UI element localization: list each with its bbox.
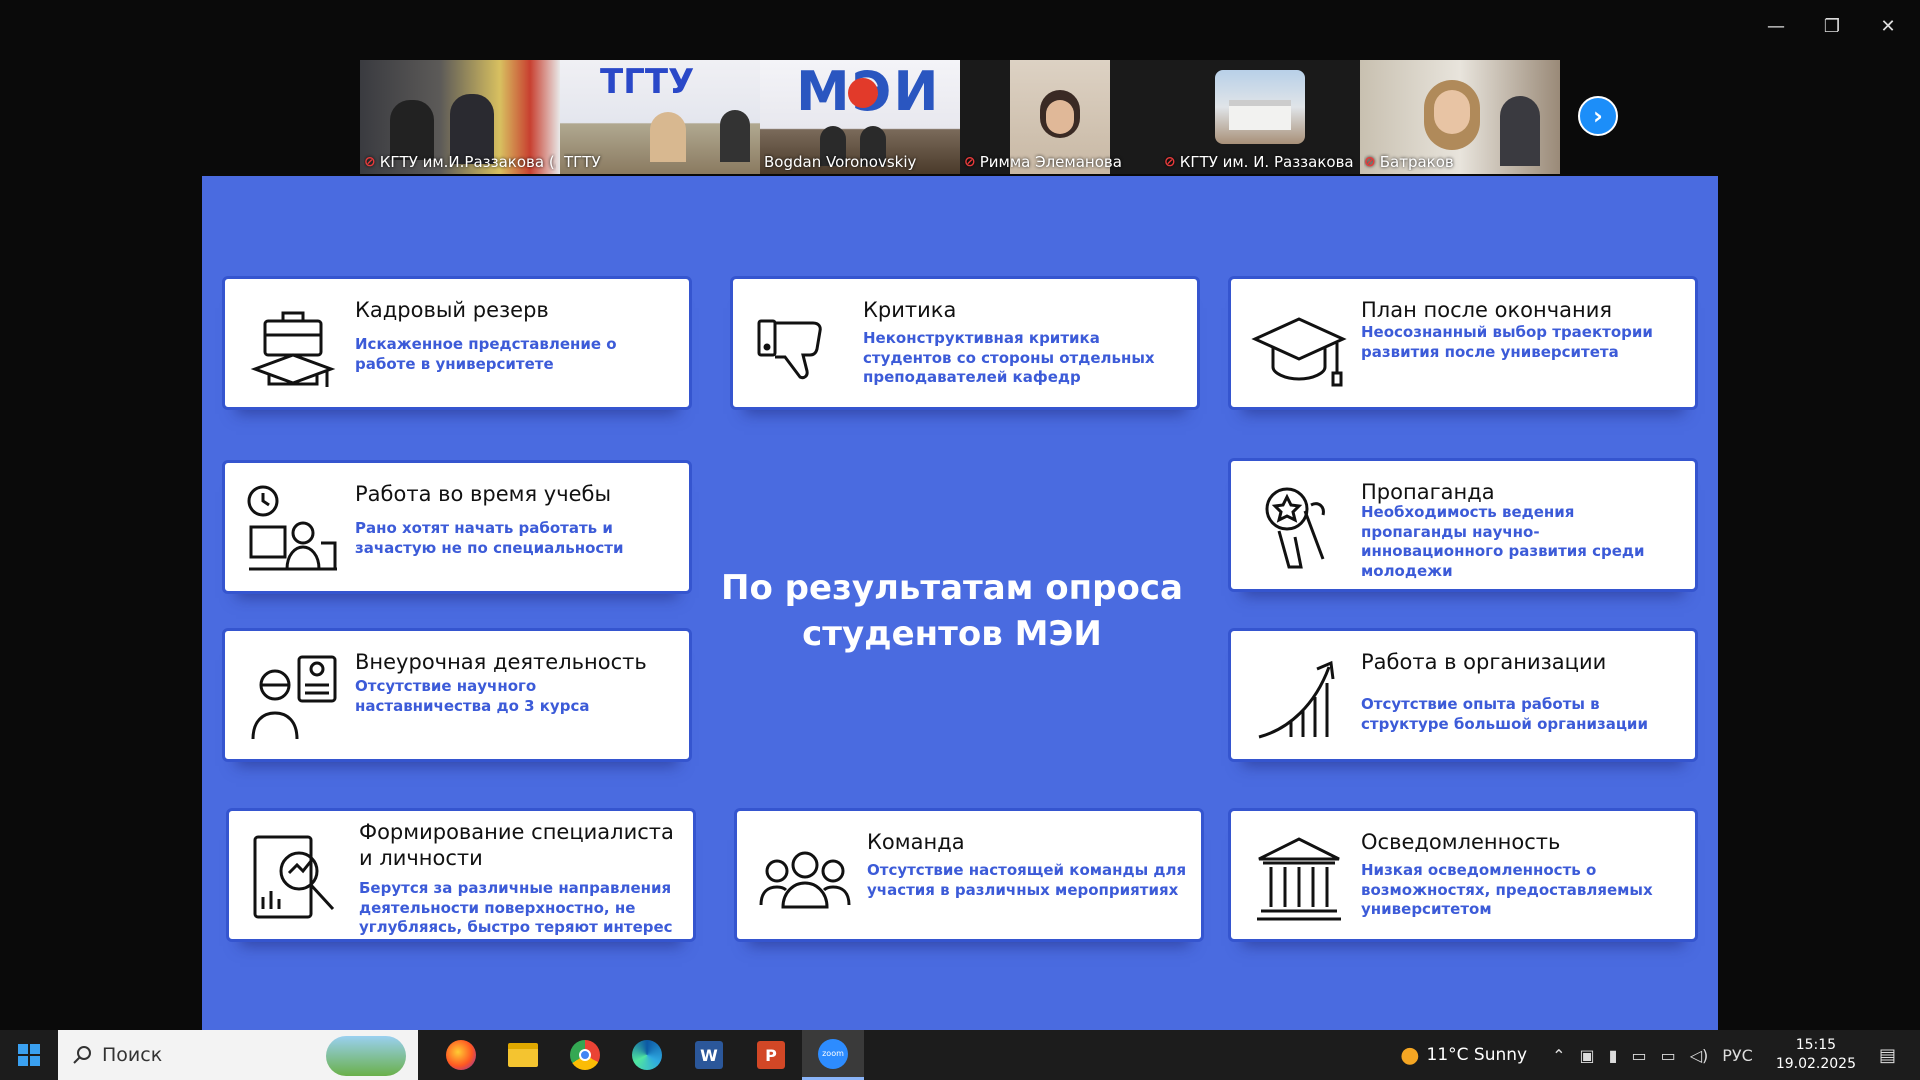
participant-name: Bogdan Voronovskiy (764, 153, 917, 171)
growth-chart-icon (1258, 660, 1335, 739)
card-title: Команда (867, 830, 965, 854)
mentor-icon (251, 655, 337, 740)
card-extracurricular: Внеурочная деятельность Отсутствие научн… (222, 628, 692, 762)
card-title: Работа в организации (1361, 650, 1607, 674)
participant-tile[interactable]: ⊘ КГТУ им. И. Раззакова (1160, 60, 1360, 174)
close-button[interactable]: ✕ (1860, 10, 1916, 42)
weather-text[interactable]: 11°C Sunny (1427, 1045, 1546, 1065)
powerpoint-icon[interactable]: P (740, 1030, 802, 1080)
zoom-window: — ❐ ✕ ⊘ КГТУ им.И.Раззакова (... ТГТУ ТГТ… (0, 0, 1920, 1080)
volume-icon[interactable]: ◁) (1683, 1046, 1716, 1065)
participant-tile[interactable]: ⊘ КГТУ им.И.Раззакова (... (360, 60, 560, 174)
analysis-icon (253, 835, 335, 919)
avatar (1215, 70, 1305, 144)
participant-strip: ⊘КГТУ им.И.Раззакова (... ТГТУ ТГТУ МЭИ … (360, 60, 1560, 174)
search-highlight-icon (326, 1036, 406, 1076)
participant-name: ⊘ Батраков (1364, 153, 1454, 171)
minimize-button[interactable]: — (1748, 10, 1804, 42)
participant-tile[interactable]: ТГТУ ТГТУ (560, 60, 760, 174)
muted-mic-icon: ⊘ (364, 154, 376, 170)
card-work-study: Работа во время учебы Рано хотят начать … (222, 460, 692, 594)
maximize-button[interactable]: ❐ (1804, 10, 1860, 42)
tgtu-logo: ТГТУ (600, 62, 695, 102)
card-description: Отсутствие опыта работы в структуре боль… (1361, 695, 1648, 733)
card-org-work: Работа в организации Отсутствие опыта ра… (1228, 628, 1698, 762)
card-reserve: Кадровый резерв Искаженное представление… (222, 276, 692, 410)
participant-tile[interactable]: ⊘ Батраков (1360, 60, 1560, 174)
battery-icon[interactable]: ▭ (1624, 1046, 1653, 1065)
card-plan: План после окончания Неосознанный выбор … (1228, 276, 1698, 410)
participant-name: ⊘ Римма Элеманова (964, 153, 1122, 171)
muted-mic-icon: ⊘ (1164, 154, 1176, 170)
card-title: Кадровый резерв (355, 298, 549, 322)
clock-date: 19.02.2025 (1775, 1056, 1856, 1072)
network-icon[interactable]: ▭ (1654, 1046, 1683, 1065)
word-icon[interactable]: W (678, 1030, 740, 1080)
card-title: Осведомленность (1361, 830, 1561, 854)
card-criticism: Критика Неконструктивная критика студент… (730, 276, 1200, 410)
card-description: Рано хотят начать работать и зачастую не… (355, 519, 624, 557)
card-title: План после окончания (1361, 298, 1613, 322)
participant-name: ТГТУ (564, 153, 601, 171)
microphone-icon[interactable]: ▮ (1602, 1046, 1625, 1065)
briefcase-cap-icon (250, 311, 336, 387)
card-title: Работа во время учебы (355, 482, 612, 506)
muted-mic-icon: ⊘ (1364, 154, 1376, 170)
torch-hand-icon (1265, 487, 1325, 569)
card-description: Отсутствие научного наставничества до 3 … (355, 677, 590, 715)
weather-sun-icon[interactable]: ● (1393, 1043, 1426, 1068)
card-description: Необходимость ведения пропаганды научно-… (1361, 503, 1645, 580)
notifications-icon[interactable]: ▤ (1872, 1045, 1920, 1066)
participant-name: ⊘ КГТУ им.И.Раззакова (... (364, 153, 556, 171)
search-input[interactable]: Поиск (58, 1030, 418, 1080)
participant-name: ⊘ КГТУ им. И. Раззакова (1164, 153, 1354, 171)
participant-tile[interactable]: ⊘ Римма Элеманова (960, 60, 1160, 174)
card-description: Искаженное представление о работе в унив… (355, 335, 617, 373)
firefox-icon[interactable] (430, 1030, 492, 1080)
card-description: Низкая осведомленность о возможностях, п… (1361, 861, 1653, 918)
graduation-cap-icon (1251, 317, 1347, 387)
edge-icon[interactable] (616, 1030, 678, 1080)
card-description: Неосознанный выбор траектории развития п… (1361, 323, 1653, 361)
card-team: Команда Отсутствие настоящей команды для… (734, 808, 1204, 942)
card-description: Берутся за различные направления деятель… (359, 879, 673, 936)
card-title: Внеурочная деятельность (355, 650, 647, 674)
card-formation: Формирование специалиста и личности Беру… (226, 808, 696, 942)
windows-logo-icon (18, 1044, 40, 1066)
chevron-up-icon[interactable]: ⌃ (1545, 1046, 1572, 1065)
card-description: Неконструктивная критика студентов со ст… (863, 329, 1155, 386)
search-icon (73, 1046, 91, 1064)
team-icon (759, 851, 851, 909)
zoom-icon[interactable]: zoom (802, 1030, 864, 1080)
card-propaganda: Пропаганда Необходимость ведения пропага… (1228, 458, 1698, 592)
thumbs-down-icon (757, 319, 822, 380)
chevron-right-icon: › (1593, 102, 1603, 130)
clock[interactable]: 15:15 19.02.2025 (1760, 1036, 1872, 1074)
card-description: Отсутствие настоящей команды для участия… (867, 861, 1187, 899)
institution-icon (1257, 837, 1341, 921)
chrome-icon[interactable] (554, 1030, 616, 1080)
camera-icon[interactable]: ▣ (1573, 1046, 1602, 1065)
search-placeholder: Поиск (102, 1044, 163, 1066)
slide-title: По результатам опроса студентов МЭИ (721, 568, 1183, 654)
worker-clock-icon (247, 485, 337, 571)
language-indicator[interactable]: РУС (1715, 1046, 1760, 1065)
participant-tile-active[interactable]: МЭИ Bogdan Voronovskiy (760, 60, 960, 174)
start-button[interactable] (0, 1030, 58, 1080)
muted-mic-icon: ⊘ (964, 154, 976, 170)
explorer-icon[interactable] (492, 1030, 554, 1080)
clock-time: 15:15 (1795, 1037, 1837, 1054)
card-title: Формирование специалиста и личности (359, 820, 674, 871)
shared-slide: По результатам опроса студентов МЭИ Кадр… (202, 176, 1718, 1030)
card-awareness: Осведомленность Низкая осведомленность о… (1228, 808, 1698, 942)
card-title: Пропаганда (1361, 480, 1495, 504)
card-title: Критика (863, 298, 957, 322)
next-page-button[interactable]: › (1578, 96, 1618, 136)
taskbar: Поиск W P zoom ● 11°C Sunny ⌃ ▣ ▮ ▭ ▭ ◁)… (0, 1030, 1920, 1080)
system-tray: ● 11°C Sunny ⌃ ▣ ▮ ▭ ▭ ◁) РУС 15:15 19.0… (1393, 1030, 1920, 1080)
